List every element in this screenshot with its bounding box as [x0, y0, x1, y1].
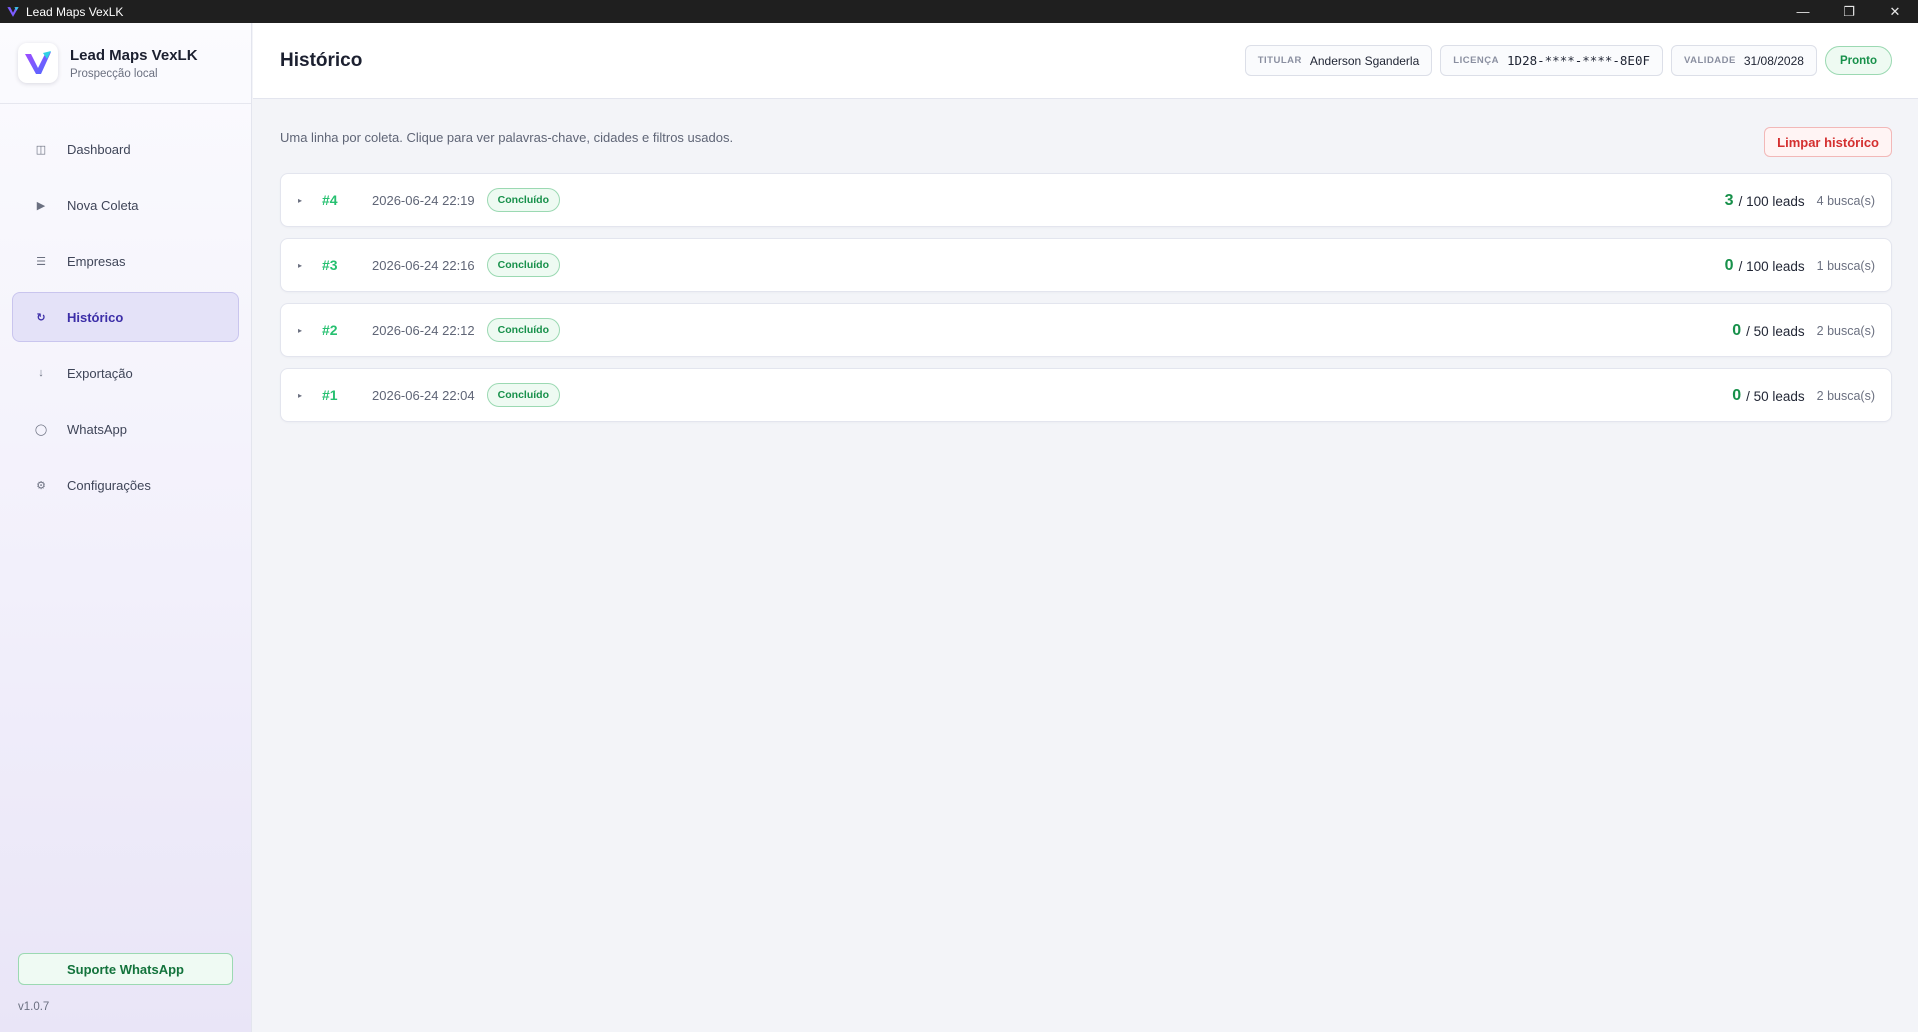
maximize-button[interactable]: ❐: [1826, 0, 1872, 23]
row-number: #1: [322, 387, 338, 403]
brand-name: Lead Maps VexLK: [70, 46, 198, 64]
leads-found: 0: [1724, 257, 1734, 274]
search-count: 2 busca(s): [1816, 324, 1875, 338]
validade-label: VALIDADE: [1684, 55, 1736, 66]
expand-arrow-icon[interactable]: ▸: [298, 196, 312, 205]
sidebar-item-empresas[interactable]: ☰ Empresas: [12, 236, 239, 286]
sidebar-item-label: Histórico: [67, 309, 124, 325]
row-number: #3: [322, 257, 338, 273]
row-date: 2026-06-24 22:19: [372, 192, 475, 208]
status-badge: Concluído: [486, 383, 560, 407]
brand: Lead Maps VexLK Prospecção local: [0, 23, 251, 104]
clear-history-button[interactable]: Limpar histórico: [1764, 127, 1892, 157]
licenca-chip: LICENÇA 1D28-****-****-8E0F: [1440, 45, 1664, 76]
status-badge: Pronto: [1824, 46, 1892, 75]
expand-arrow-icon[interactable]: ▸: [298, 391, 312, 400]
page-description: Uma linha por coleta. Clique para ver pa…: [280, 130, 734, 145]
list-icon: ☰: [36, 255, 46, 268]
row-number: #4: [322, 192, 338, 208]
play-icon: ▶: [36, 199, 46, 212]
status-badge: Concluído: [486, 188, 560, 212]
leads-found: 3: [1724, 192, 1734, 209]
search-count: 4 busca(s): [1816, 194, 1875, 208]
search-count: 1 busca(s): [1816, 259, 1875, 273]
expand-arrow-icon[interactable]: ▸: [298, 261, 312, 270]
search-count: 2 busca(s): [1816, 389, 1875, 403]
history-list: ▸ #4 2026-06-24 22:19 Concluído 3 / 100 …: [280, 173, 1892, 433]
brand-logo: [18, 43, 58, 83]
app-logo-icon: [7, 6, 19, 17]
support-whatsapp-button[interactable]: Suporte WhatsApp: [18, 953, 233, 985]
row-date: 2026-06-24 22:12: [372, 322, 475, 338]
titular-chip: TITULAR Anderson Sganderla: [1244, 45, 1433, 76]
sidebar-item-exportacao[interactable]: ↓ Exportação: [12, 348, 239, 398]
license-info: TITULAR Anderson Sganderla LICENÇA 1D28-…: [1244, 45, 1892, 76]
history-row[interactable]: ▸ #2 2026-06-24 22:12 Concluído 0 / 50 l…: [280, 303, 1892, 357]
close-button[interactable]: ✕: [1872, 0, 1918, 23]
sidebar: Lead Maps VexLK Prospecção local ◫ Dashb…: [0, 23, 252, 1032]
row-number: #2: [322, 322, 338, 338]
leads-total: / 100 leads: [1738, 258, 1805, 274]
sidebar-item-whatsapp[interactable]: ◯ WhatsApp: [12, 404, 239, 454]
validade-chip: VALIDADE 31/08/2028: [1671, 45, 1817, 76]
page-title: Histórico: [280, 50, 363, 71]
dashboard-icon: ◫: [35, 143, 47, 156]
gear-icon: ⚙: [36, 479, 46, 492]
chat-icon: ◯: [34, 423, 48, 436]
status-badge: Concluído: [486, 318, 560, 342]
row-date: 2026-06-24 22:04: [372, 387, 475, 403]
sidebar-item-label: WhatsApp: [67, 421, 127, 437]
titular-value: Anderson Sganderla: [1309, 53, 1420, 68]
sidebar-item-label: Exportação: [67, 365, 133, 381]
window-title: Lead Maps VexLK: [26, 4, 124, 19]
download-icon: ↓: [38, 367, 44, 379]
window-titlebar: Lead Maps VexLK — ❐ ✕: [0, 0, 1918, 23]
status-badge: Concluído: [486, 253, 560, 277]
leads-total: / 50 leads: [1746, 388, 1805, 404]
page-header: Histórico TITULAR Anderson Sganderla LIC…: [253, 23, 1918, 99]
sidebar-item-historico[interactable]: ↻ Histórico: [12, 292, 239, 342]
expand-arrow-icon[interactable]: ▸: [298, 326, 312, 335]
licenca-label: LICENÇA: [1453, 55, 1500, 66]
titular-label: TITULAR: [1257, 55, 1302, 66]
brand-logo-icon: [25, 51, 51, 74]
sidebar-item-label: Nova Coleta: [67, 197, 139, 213]
sidebar-item-label: Dashboard: [67, 141, 131, 157]
history-row[interactable]: ▸ #3 2026-06-24 22:16 Concluído 0 / 100 …: [280, 238, 1892, 292]
history-row[interactable]: ▸ #4 2026-06-24 22:19 Concluído 3 / 100 …: [280, 173, 1892, 227]
sidebar-item-label: Empresas: [67, 253, 126, 269]
history-row[interactable]: ▸ #1 2026-06-24 22:04 Concluído 0 / 50 l…: [280, 368, 1892, 422]
minimize-button[interactable]: —: [1780, 0, 1826, 23]
sidebar-nav: ◫ Dashboard ▶ Nova Coleta ☰ Empresas ↻ H…: [0, 104, 251, 510]
leads-total: / 100 leads: [1738, 193, 1805, 209]
brand-subtitle: Prospecção local: [70, 67, 158, 80]
sidebar-item-label: Configurações: [67, 477, 151, 493]
sidebar-item-configuracoes[interactable]: ⚙ Configurações: [12, 460, 239, 510]
sidebar-item-nova-coleta[interactable]: ▶ Nova Coleta: [12, 180, 239, 230]
leads-total: / 50 leads: [1746, 323, 1805, 339]
main-content: Uma linha por coleta. Clique para ver pa…: [253, 100, 1918, 1032]
window-controls: — ❐ ✕: [1780, 0, 1918, 23]
app-version: v1.0.7: [18, 1001, 50, 1013]
leads-found: 0: [1732, 322, 1742, 339]
row-date: 2026-06-24 22:16: [372, 257, 475, 273]
leads-found: 0: [1732, 387, 1742, 404]
sidebar-item-dashboard[interactable]: ◫ Dashboard: [12, 124, 239, 174]
validade-value: 31/08/2028: [1743, 53, 1804, 68]
licenca-value: 1D28-****-****-8E0F: [1507, 53, 1651, 68]
history-icon: ↻: [36, 311, 46, 324]
